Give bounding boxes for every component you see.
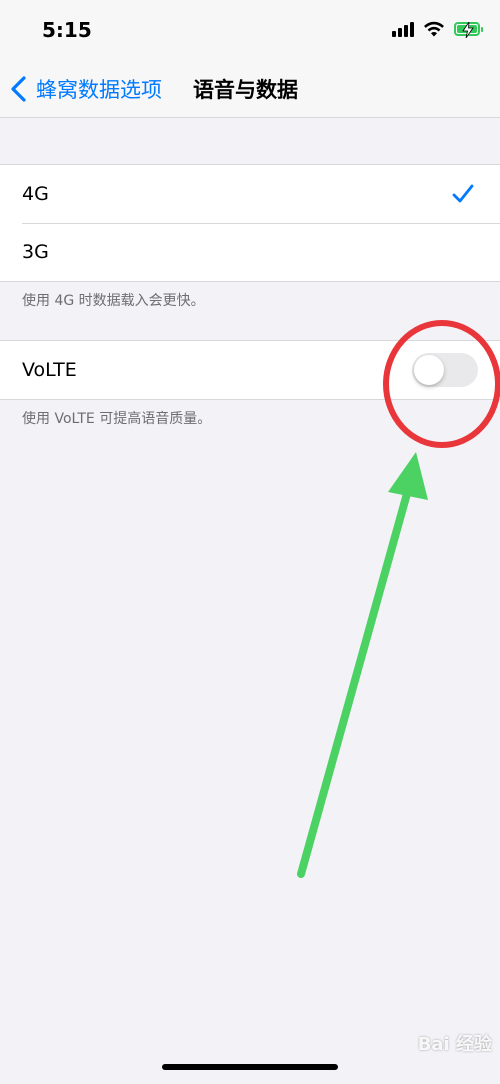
page-title: 语音与数据 xyxy=(193,78,298,102)
network-option-4g[interactable]: 4G xyxy=(0,165,500,223)
network-option-3g[interactable]: 3G xyxy=(0,223,500,281)
navigation-bar: 蜂窝数据选项 语音与数据 xyxy=(0,60,500,118)
volte-label: VoLTE xyxy=(22,359,77,381)
network-mode-group: 4G 3G xyxy=(0,164,500,282)
status-icons xyxy=(392,20,483,38)
back-button-label: 蜂窝数据选项 xyxy=(36,78,162,102)
battery-charging-icon xyxy=(454,22,483,38)
chevron-left-icon xyxy=(11,76,26,102)
status-bar: 5:15 xyxy=(0,0,500,60)
annotation-overlay xyxy=(297,320,500,878)
status-time: 5:15 xyxy=(42,18,92,42)
home-indicator xyxy=(162,1064,338,1070)
network-footer-note: 使用 4G 时数据载入会更快。 xyxy=(22,293,205,309)
back-button[interactable]: 蜂窝数据选项 xyxy=(8,70,162,108)
volte-footer-note: 使用 VoLTE 可提高语音质量。 xyxy=(22,411,212,427)
watermark: Bai 经验 xyxy=(417,1034,492,1055)
volte-row: VoLTE xyxy=(0,341,500,399)
screen: 5:15 蜂窝数据选项 语音与数据 4G 3G 使用 4G 时数据载入会更快。 … xyxy=(0,0,500,1084)
annotation-arrow-shaft xyxy=(297,486,412,878)
wifi-icon xyxy=(424,21,444,37)
annotation-arrow-head xyxy=(388,452,428,500)
network-option-label: 3G xyxy=(22,241,49,263)
toggle-knob xyxy=(414,355,444,385)
checkmark-icon xyxy=(452,184,474,203)
volte-group: VoLTE xyxy=(0,340,500,400)
cellular-signal-icon xyxy=(392,21,414,37)
volte-toggle[interactable] xyxy=(412,353,478,387)
network-option-label: 4G xyxy=(22,183,49,205)
